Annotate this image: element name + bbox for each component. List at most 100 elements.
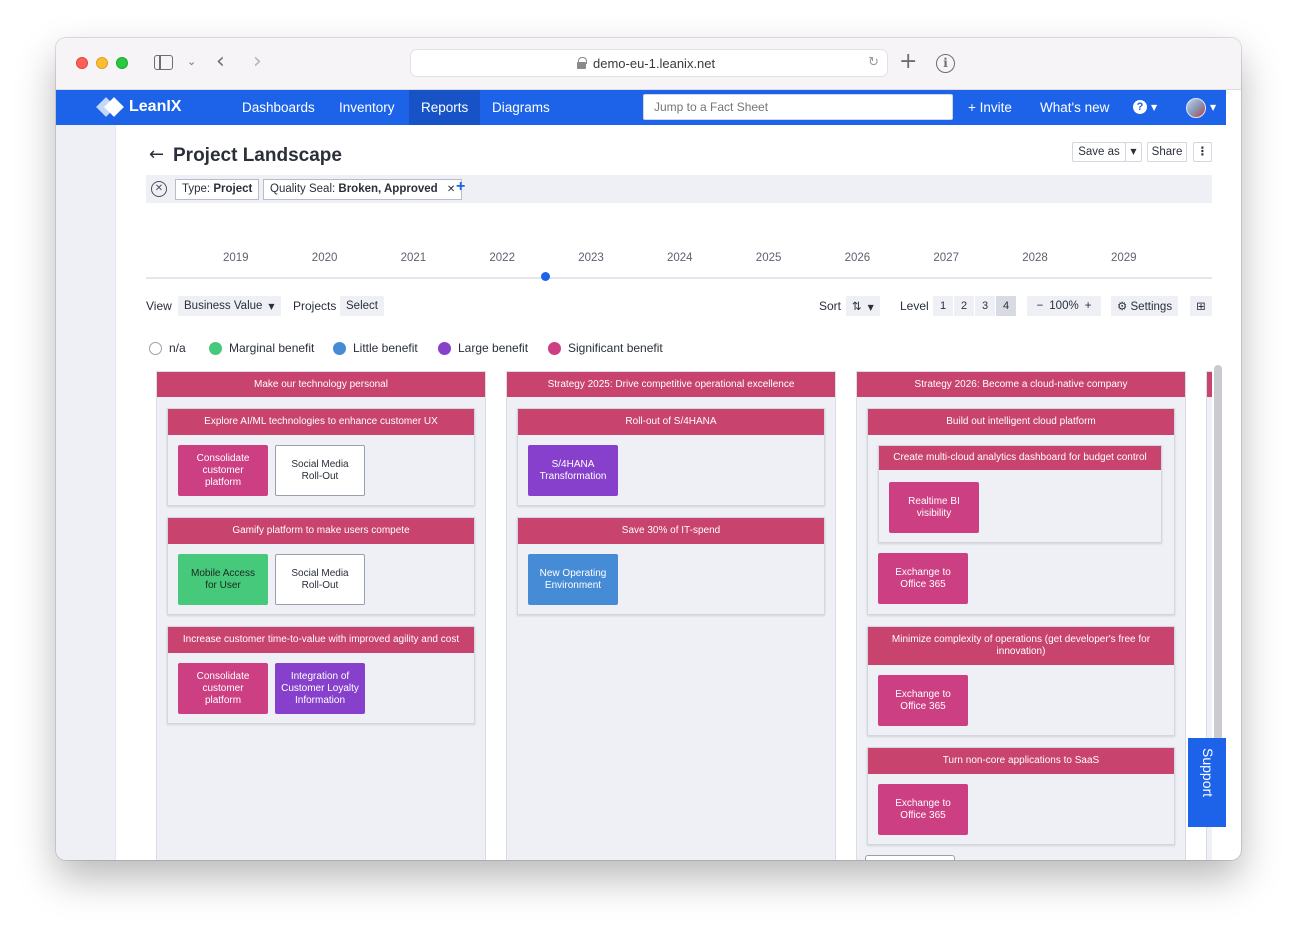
sidebar-toggle-icon[interactable] <box>154 55 173 70</box>
project-tile[interactable]: Exchange to Office 365 <box>878 784 968 835</box>
nav-diagrams[interactable]: Diagrams <box>480 90 562 125</box>
browser-window: ⌄ ‹ › demo-eu-1.leanix.net ↻ + i LeanIX … <box>56 38 1241 860</box>
browser-toolbar: ⌄ ‹ › demo-eu-1.leanix.net ↻ + i <box>56 38 1241 90</box>
project-tile[interactable]: Exchange to Office 365 <box>878 675 968 726</box>
nav-reports[interactable]: Reports <box>409 90 481 125</box>
card-title[interactable]: Build out intelligent cloud platform <box>868 409 1174 435</box>
zoom-out-button[interactable]: − <box>1037 300 1044 312</box>
filter-chip-quality-seal[interactable]: Quality Seal: Broken, Approved ✕ <box>263 179 463 200</box>
card-title[interactable]: Save 30% of IT-spend <box>518 518 824 544</box>
chevron-down-icon[interactable]: ⌄ <box>187 55 196 68</box>
objective-card: Roll-out of S/4HANA S/4HANA Transformatio… <box>517 408 825 506</box>
filter-chip-type[interactable]: Type: Project <box>175 179 260 200</box>
projects-select[interactable]: Select <box>340 296 384 316</box>
objective-title-partial[interactable] <box>1207 372 1212 397</box>
project-tile[interactable]: New Operating Environment <box>528 554 618 605</box>
view-select[interactable]: Business Value ▼ <box>178 296 281 316</box>
add-filter-button[interactable]: + <box>456 178 465 196</box>
reload-icon[interactable]: ↻ <box>868 55 879 70</box>
card-title[interactable]: Create multi-cloud analytics dashboard f… <box>879 446 1161 470</box>
more-options-button[interactable]: ⋮ <box>1193 142 1212 162</box>
zoom-in-button[interactable]: + <box>1085 300 1092 312</box>
card-title[interactable]: Explore AI/ML technologies to enhance cu… <box>168 409 474 435</box>
sub-objective-card: Create multi-cloud analytics dashboard f… <box>878 445 1162 543</box>
objective-title[interactable]: Make our technology personal <box>157 372 485 397</box>
settings-button[interactable]: ⚙ Settings <box>1111 296 1179 316</box>
project-tile[interactable]: Social Media Roll-Out <box>275 445 365 496</box>
legend-label: Marginal benefit <box>229 341 315 355</box>
project-tile[interactable]: Cloud <box>865 855 955 860</box>
forward-arrow-icon[interactable]: › <box>253 49 262 74</box>
fact-sheet-search-input[interactable] <box>643 94 953 120</box>
avatar-caret-icon[interactable]: ▼ <box>1210 103 1216 112</box>
project-tile[interactable]: Realtime BI visibility <box>889 482 979 533</box>
share-button[interactable]: Share <box>1147 142 1187 162</box>
sort-select[interactable]: ⇅ ▼ <box>846 296 880 316</box>
minimize-window-button[interactable] <box>96 57 108 69</box>
project-tile[interactable]: Exchange to Office 365 <box>878 553 968 604</box>
card-title[interactable]: Minimize complexity of operations (get d… <box>868 627 1174 665</box>
help-icon[interactable]: ? <box>1133 100 1147 114</box>
timeline-year[interactable]: 2023 <box>578 252 604 264</box>
nav-inventory[interactable]: Inventory <box>327 90 407 125</box>
timeline-year[interactable]: 2024 <box>667 252 693 264</box>
objective-column: Strategy 2025: Drive competitive operati… <box>506 371 836 860</box>
project-tile[interactable]: Integration of Customer Loyalty Informat… <box>275 663 365 714</box>
project-tile[interactable]: Mobile Access for User <box>178 554 268 605</box>
help-caret-icon[interactable]: ▼ <box>1151 103 1157 112</box>
info-icon[interactable]: i <box>936 54 955 73</box>
grid-view-icon[interactable]: ⊞ <box>1190 296 1212 316</box>
project-tile[interactable]: Consolidate customer platform <box>178 445 268 496</box>
timeline-year[interactable]: 2021 <box>401 252 427 264</box>
legend-dot <box>333 342 346 355</box>
level-button-3[interactable]: 3 <box>975 296 995 316</box>
filter-chip-value: Project <box>213 183 253 195</box>
clear-filters-icon[interactable]: ✕ <box>151 181 167 197</box>
avatar[interactable] <box>1186 98 1206 118</box>
level-button-2[interactable]: 2 <box>954 296 974 316</box>
timeline-year[interactable]: 2020 <box>312 252 338 264</box>
back-arrow-icon[interactable]: ‹ <box>216 49 225 74</box>
legend-dot <box>438 342 451 355</box>
logo-text[interactable]: LeanIX <box>129 98 181 116</box>
timeline-year[interactable]: 2025 <box>756 252 782 264</box>
level-button-1[interactable]: 1 <box>933 296 953 316</box>
url-text: demo-eu-1.leanix.net <box>593 56 716 71</box>
timeline-year[interactable]: 2029 <box>1111 252 1137 264</box>
timeline-year[interactable]: 2028 <box>1022 252 1048 264</box>
save-as-dropdown-icon[interactable]: ▼ <box>1125 142 1142 162</box>
project-tile[interactable]: Consolidate customer platform <box>178 663 268 714</box>
chevron-down-icon: ▼ <box>867 303 874 312</box>
project-tile[interactable]: Social Media Roll-Out <box>275 554 365 605</box>
timeline-handle[interactable] <box>541 272 550 281</box>
support-tab[interactable]: Support <box>1188 738 1226 827</box>
nav-dashboards[interactable]: Dashboards <box>230 90 327 125</box>
timeline-track[interactable] <box>146 277 1212 279</box>
close-window-button[interactable] <box>76 57 88 69</box>
leanix-logo-icon[interactable] <box>96 97 126 117</box>
objective-card: Gamify platform to make users compete Mob… <box>167 517 475 615</box>
level-button-4[interactable]: 4 <box>996 296 1016 316</box>
whats-new-button[interactable]: What's new <box>1040 90 1109 125</box>
zoom-window-button[interactable] <box>116 57 128 69</box>
new-tab-icon[interactable]: + <box>899 49 917 74</box>
invite-button[interactable]: + Invite <box>968 90 1012 125</box>
objective-title[interactable]: Strategy 2026: Become a cloud-native com… <box>857 372 1185 397</box>
objective-card: Explore AI/ML technologies to enhance cu… <box>167 408 475 506</box>
objective-card: Increase customer time-to-value with imp… <box>167 626 475 724</box>
timeline-year[interactable]: 2027 <box>933 252 959 264</box>
objective-title[interactable]: Strategy 2025: Drive competitive operati… <box>507 372 835 397</box>
card-title[interactable]: Increase customer time-to-value with imp… <box>168 627 474 653</box>
timeline-year[interactable]: 2022 <box>489 252 515 264</box>
card-title[interactable]: Roll-out of S/4HANA <box>518 409 824 435</box>
back-arrow-icon[interactable]: ← <box>149 144 164 165</box>
remove-filter-icon[interactable]: ✕ <box>447 184 455 195</box>
timeline-year[interactable]: 2019 <box>223 252 249 264</box>
address-bar[interactable]: demo-eu-1.leanix.net ↻ <box>410 49 888 77</box>
vertical-scrollbar[interactable] <box>1214 365 1222 785</box>
card-title[interactable]: Gamify platform to make users compete <box>168 518 474 544</box>
project-tile[interactable]: S/4HANA Transformation <box>528 445 618 496</box>
card-title[interactable]: Turn non-core applications to SaaS <box>868 748 1174 774</box>
save-as-button[interactable]: Save as <box>1072 142 1126 162</box>
timeline-year[interactable]: 2026 <box>845 252 871 264</box>
